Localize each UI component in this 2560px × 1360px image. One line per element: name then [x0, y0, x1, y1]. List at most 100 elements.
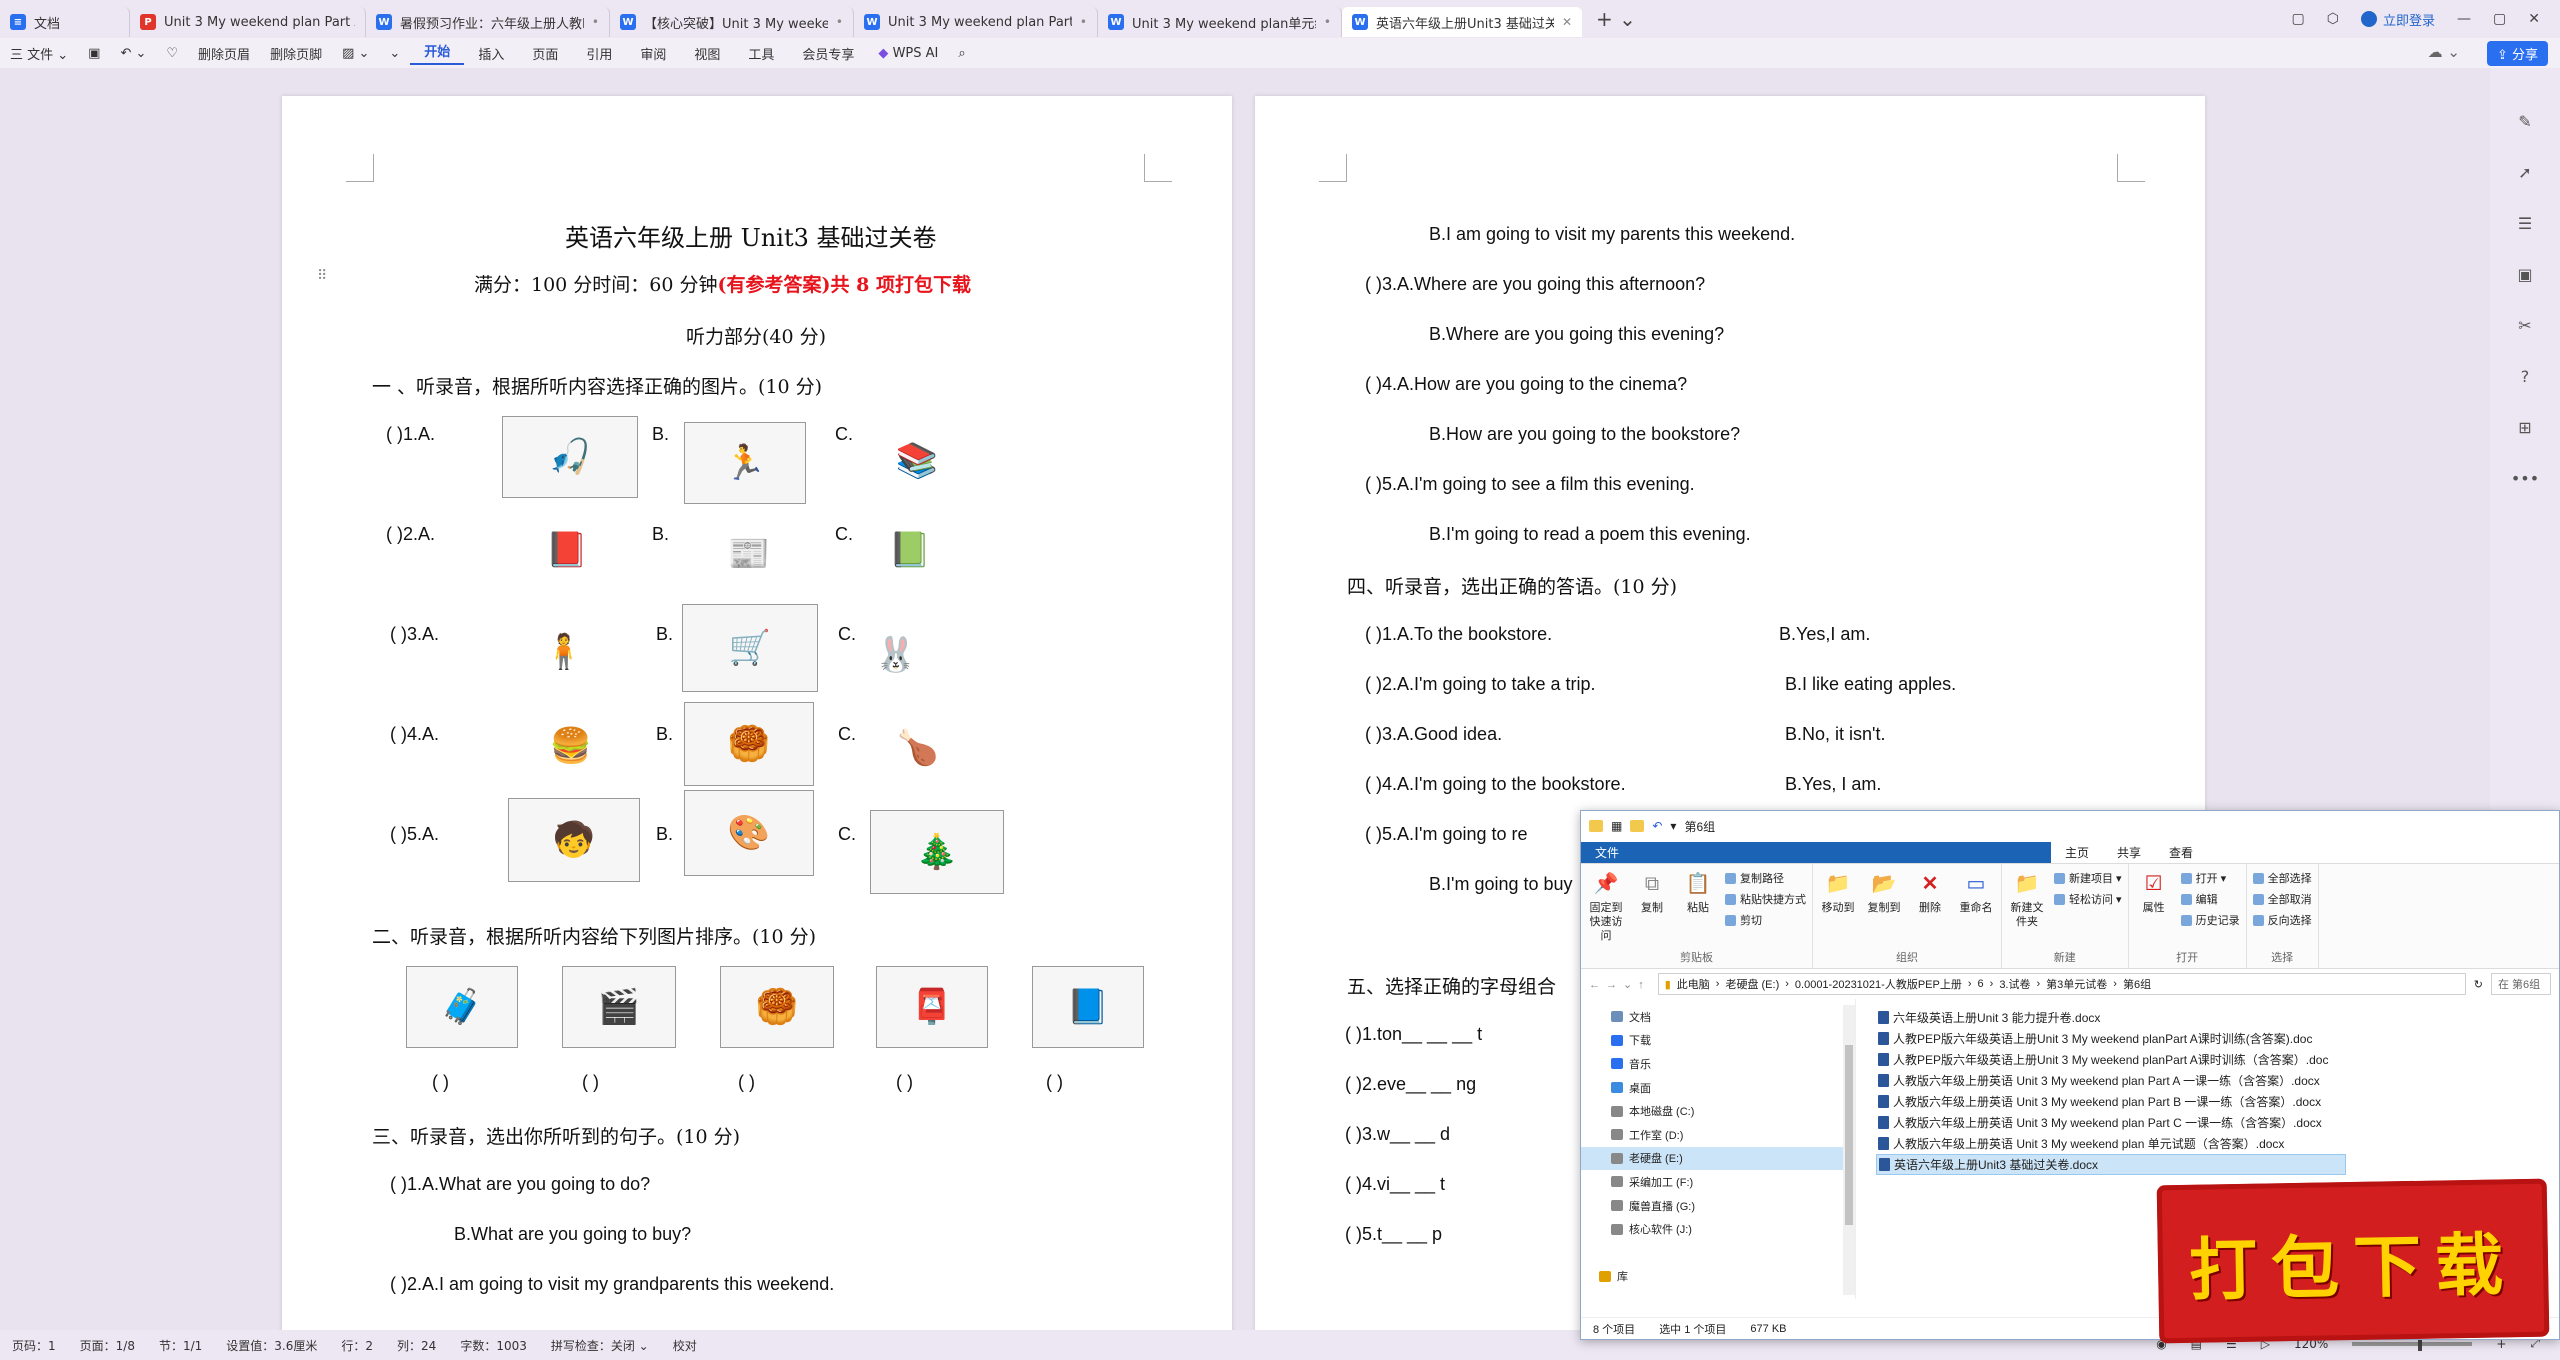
- path-segment[interactable]: 0.0001-20231021-人教版PEP上册: [1795, 976, 1962, 992]
- tab-review[interactable]: 审阅: [626, 44, 680, 63]
- nav-item[interactable]: 核心软件 (J:): [1581, 1217, 1855, 1241]
- new-folder-icon[interactable]: [1630, 820, 1645, 832]
- nav-item[interactable]: 下载: [1581, 1029, 1855, 1053]
- explorer-titlebar[interactable]: ▦ ↶ ▾ 第6组: [1581, 811, 2559, 841]
- tab-page[interactable]: 页面: [518, 44, 572, 63]
- close-icon[interactable]: ✕: [1562, 15, 1572, 29]
- path-segment[interactable]: 此电脑: [1677, 976, 1710, 992]
- nav-item[interactable]: 音乐: [1581, 1052, 1855, 1076]
- zoom-slider[interactable]: [2352, 1336, 2473, 1351]
- select-all-button[interactable]: 全部选择: [2253, 870, 2312, 886]
- nav-item[interactable]: 库: [1581, 1265, 1855, 1289]
- nav-item[interactable]: 工作室 (D:): [1581, 1123, 1855, 1147]
- format-painter-icon[interactable]: ♡: [156, 46, 188, 61]
- tab-document[interactable]: P Unit 3 My weekend plan Part A.pd: [130, 7, 366, 37]
- delete-footer-button[interactable]: 删除页脚: [260, 44, 332, 63]
- nav-item-selected[interactable]: 老硬盘 (E:): [1581, 1146, 1855, 1171]
- tab-file[interactable]: 文件: [1581, 841, 2051, 863]
- tab-document[interactable]: W Unit 3 My weekend plan单元综合 •: [1098, 7, 1342, 37]
- nav-item[interactable]: 文档: [1581, 1005, 1855, 1029]
- invert-selection-button[interactable]: 反向选择: [2253, 912, 2312, 928]
- answer-blank[interactable]: ( ): [582, 1072, 599, 1093]
- adjust-icon[interactable]: ☰: [2518, 214, 2532, 233]
- select-none-button[interactable]: 全部取消: [2253, 891, 2312, 907]
- image-icon[interactable]: ▨ ⌄: [332, 46, 379, 61]
- status-row[interactable]: 行：2: [329, 1337, 385, 1354]
- copy-to-button[interactable]: 📂 复制到: [1865, 870, 1903, 948]
- open-button[interactable]: 打开 ▾: [2181, 870, 2240, 886]
- path-segment[interactable]: 6: [1978, 978, 1984, 990]
- properties-button[interactable]: ☑ 属性: [2135, 870, 2173, 948]
- tab-docs[interactable]: ≡ 文档: [0, 7, 130, 37]
- address-bar[interactable]: ▮ 此电脑 › 老硬盘 (E:) › 0.0001-20231021-人教版PEP上…: [1657, 973, 2466, 995]
- tab-document[interactable]: W Unit 3 My weekend plan Part B •: [854, 7, 1098, 37]
- cube-icon[interactable]: ⬡: [2327, 11, 2339, 27]
- nav-item[interactable]: 魔兽直播 (G:): [1581, 1194, 1855, 1218]
- status-section[interactable]: 节：1/1: [147, 1337, 214, 1354]
- tab-document-active[interactable]: W 英语六年级上册Unit3 基础过关 ✕: [1342, 7, 1582, 37]
- status-word-count[interactable]: 字数：1003: [448, 1337, 539, 1354]
- paste-button[interactable]: 📋 粘贴: [1679, 870, 1717, 948]
- close-icon[interactable]: ✕: [2528, 11, 2540, 27]
- login-button[interactable]: 立即登录: [2361, 10, 2435, 29]
- close-icon[interactable]: •: [1080, 15, 1087, 29]
- new-folder-button[interactable]: 📁 新建文件夹: [2008, 870, 2046, 948]
- path-segment[interactable]: 第3单元试卷: [2046, 976, 2107, 992]
- tab-document[interactable]: W 暑假预习作业：六年级上册人教PE •: [366, 7, 610, 37]
- tab-insert[interactable]: 插入: [464, 44, 518, 63]
- more-icon[interactable]: •••: [2511, 469, 2539, 488]
- answer-blank[interactable]: ( ): [896, 1072, 913, 1093]
- history-button[interactable]: 历史记录: [2181, 912, 2240, 928]
- status-column[interactable]: 列：24: [385, 1337, 448, 1354]
- answer-blank[interactable]: ( ): [738, 1072, 755, 1093]
- delete-button[interactable]: ✕ 删除: [1911, 870, 1949, 948]
- status-proofread[interactable]: 校对: [661, 1337, 709, 1354]
- pin-button[interactable]: 📌 固定到快速访问: [1587, 870, 1625, 948]
- tab-tools[interactable]: 工具: [734, 44, 788, 63]
- path-segment[interactable]: 第6组: [2123, 976, 2151, 992]
- cloud-icon[interactable]: ☁ ⌄: [2428, 43, 2460, 61]
- navigation-arrows-icon[interactable]: ←→⌄↑: [1589, 978, 1650, 991]
- pen-icon[interactable]: ✎: [2518, 112, 2531, 131]
- tab-home[interactable]: 开始: [410, 41, 465, 65]
- nav-item[interactable]: 桌面: [1581, 1076, 1855, 1100]
- nav-scrollbar[interactable]: [1843, 1005, 1855, 1295]
- undo-icon[interactable]: ↶ ⌄: [110, 46, 156, 61]
- more-icon[interactable]: ⌄: [379, 46, 410, 61]
- document-page-1[interactable]: 英语六年级上册 Unit3 基础过关卷 ⠿ 满分：100 分时间：60 分钟(有…: [282, 96, 1232, 1336]
- tab-document[interactable]: W 【核心突破】Unit 3 My weekend •: [610, 7, 854, 37]
- tab-view[interactable]: 视图: [680, 44, 734, 63]
- close-icon[interactable]: •: [1324, 15, 1331, 29]
- rename-button[interactable]: ▭ 重命名: [1957, 870, 1995, 948]
- minimize-icon[interactable]: —: [2457, 11, 2471, 27]
- tab-home[interactable]: 主页: [2051, 841, 2103, 864]
- edit-button[interactable]: 编辑: [2181, 891, 2240, 907]
- status-page[interactable]: 页码：1: [0, 1337, 68, 1354]
- tools-icon[interactable]: ✂: [2518, 316, 2531, 335]
- file-item-selected[interactable]: 英语六年级上册Unit3 基础过关卷.docx: [1876, 1154, 2346, 1175]
- answer-blank[interactable]: ( ): [432, 1072, 449, 1093]
- file-item[interactable]: 六年级英语上册Unit 3 能力提升卷.docx: [1876, 1007, 2346, 1028]
- cut-button[interactable]: 剪切: [1725, 912, 1806, 928]
- file-item[interactable]: 人教版六年级上册英语 Unit 3 My weekend plan 单元试题（含…: [1876, 1133, 2346, 1154]
- chevron-down-icon[interactable]: ▾: [1670, 819, 1676, 833]
- image-icon[interactable]: ▣: [2517, 265, 2532, 284]
- share-button[interactable]: ⇪ 分享: [2486, 41, 2548, 66]
- cursor-icon[interactable]: ➚: [2518, 163, 2531, 182]
- status-pages[interactable]: 页面：1/8: [68, 1337, 147, 1354]
- paste-shortcut-button[interactable]: 粘贴快捷方式: [1725, 891, 1806, 907]
- new-tab-icon[interactable]: + ⌄: [1596, 7, 1636, 31]
- wps-ai-button[interactable]: ◆ WPS AI: [868, 46, 948, 61]
- help-icon[interactable]: ?: [2521, 367, 2530, 386]
- nav-scrollbar-thumb[interactable]: [1845, 1045, 1853, 1225]
- undo-icon[interactable]: ↶: [1652, 819, 1662, 833]
- close-icon[interactable]: •: [592, 15, 599, 29]
- path-segment[interactable]: 3.试卷: [1999, 976, 2030, 992]
- grid-icon[interactable]: ⊞: [2518, 418, 2531, 437]
- path-segment[interactable]: 老硬盘 (E:): [1725, 976, 1779, 992]
- answer-blank[interactable]: ( ): [1046, 1072, 1063, 1093]
- file-item[interactable]: 人教版六年级上册英语 Unit 3 My weekend plan Part A…: [1876, 1070, 2346, 1091]
- tab-references[interactable]: 引用: [572, 44, 626, 63]
- move-to-button[interactable]: 📁 移动到: [1819, 870, 1857, 948]
- drag-handle-icon[interactable]: ⠿: [317, 268, 327, 284]
